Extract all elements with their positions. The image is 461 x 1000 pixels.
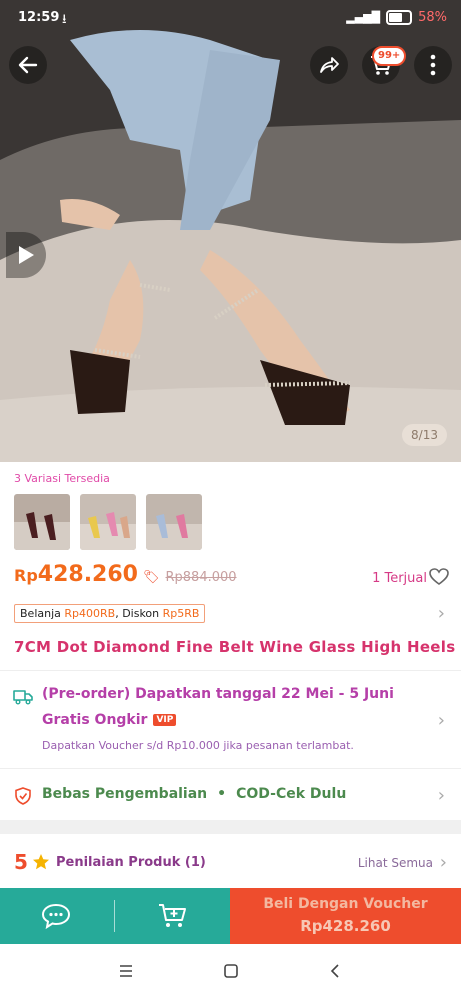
chat-button[interactable] [40, 902, 72, 934]
image-counter: 8/13 [402, 424, 447, 446]
variant-thumb-3[interactable] [146, 494, 202, 550]
status-icons: ▂▄▆█ 58% [346, 10, 447, 25]
free-returns-label: Bebas Pengembalian [42, 786, 208, 802]
status-time: 12:59 [18, 10, 60, 25]
promo-amount-2: Rp5RB [162, 607, 200, 620]
more-button[interactable] [414, 46, 452, 84]
divider [0, 768, 461, 769]
chevron-right-icon[interactable]: › [438, 785, 445, 806]
status-bar: 12:59 ⭳ ▂▄▆█ 58% [0, 0, 461, 36]
back-nav-icon[interactable] [330, 964, 340, 978]
sold-count: 1 Terjual [372, 571, 427, 586]
battery-icon [386, 10, 413, 25]
add-to-cart-icon [159, 904, 186, 927]
vip-badge: VIP [153, 714, 177, 726]
system-nav-bar [0, 944, 461, 1000]
cod-label: COD-Cek Dulu [236, 786, 347, 802]
add-to-cart-button[interactable] [157, 902, 189, 934]
share-icon [320, 57, 339, 73]
product-title: 7CM Dot Diamond Fine Belt Wine Glass Hig… [14, 638, 456, 656]
free-shipping-label: Gratis Ongkir [42, 712, 148, 728]
variant-thumb-1[interactable] [14, 494, 70, 550]
shield-icon [15, 787, 31, 805]
menu-icon[interactable] [119, 965, 133, 977]
divider [114, 900, 115, 932]
promo-tag[interactable]: Belanja Rp400RB, Diskon Rp5RB [14, 604, 206, 623]
chevron-right-icon[interactable]: › [440, 852, 447, 873]
favorite-button[interactable] [429, 568, 449, 590]
more-vertical-icon [430, 54, 436, 76]
price-row: Rp 428.260 🏷 Rp884.000 [14, 562, 237, 587]
buy-button-price: Rp428.260 [300, 917, 391, 935]
play-icon [19, 246, 34, 264]
rating-label: Penilaian Produk (1) [56, 855, 206, 870]
chat-icon [41, 903, 71, 930]
back-arrow-icon [18, 56, 38, 74]
free-shipping: Gratis Ongkir VIP [42, 712, 177, 728]
rating-score: 5 [14, 850, 28, 874]
download-icon: ⭳ [62, 12, 67, 27]
signal-icon: ▂▄▆█ [346, 11, 381, 24]
variants-label[interactable]: 3 Variasi Tersedia [14, 472, 110, 485]
shipping-estimate: (Pre-order) Dapatkan tanggal 22 Mei - 5 … [42, 686, 394, 702]
chevron-right-icon[interactable]: › [438, 603, 445, 624]
original-price: Rp884.000 [165, 570, 237, 585]
heart-icon [429, 568, 449, 585]
divider [0, 670, 461, 671]
back-button[interactable] [9, 46, 47, 84]
shipping-voucher-note: Dapatkan Voucher s/d Rp10.000 jika pesan… [42, 739, 354, 752]
promo-prefix: Belanja [20, 607, 65, 620]
buy-with-voucher-button[interactable]: Beli Dengan Voucher Rp428.260 [230, 888, 461, 944]
bottom-action-bar: Beli Dengan Voucher Rp428.260 [0, 888, 461, 944]
separator-dot: • [217, 786, 227, 802]
variant-thumb-2[interactable] [80, 494, 136, 550]
promo-middle: , Diskon [115, 607, 163, 620]
battery-percent: 58% [418, 10, 447, 25]
share-button[interactable] [310, 46, 348, 84]
cart-badge: 99+ [372, 46, 407, 66]
price-currency: Rp [14, 566, 38, 585]
truck-icon [13, 690, 33, 705]
price-value: 428.260 [37, 562, 138, 587]
chevron-right-icon[interactable]: › [438, 710, 445, 731]
see-all-reviews-link[interactable]: Lihat Semua [358, 856, 433, 870]
variant-image [80, 494, 136, 550]
returns-labels: Bebas Pengembalian • COD-Cek Dulu [42, 786, 346, 802]
home-icon[interactable] [224, 964, 238, 978]
variant-image [146, 494, 202, 550]
star-icon [33, 854, 49, 870]
bottom-left-actions [0, 888, 230, 944]
buy-button-label: Beli Dengan Voucher [263, 896, 428, 912]
variant-image [14, 494, 70, 550]
discount-tag-icon: 🏷 [142, 570, 160, 585]
promo-amount-1: Rp400RB [64, 607, 116, 620]
